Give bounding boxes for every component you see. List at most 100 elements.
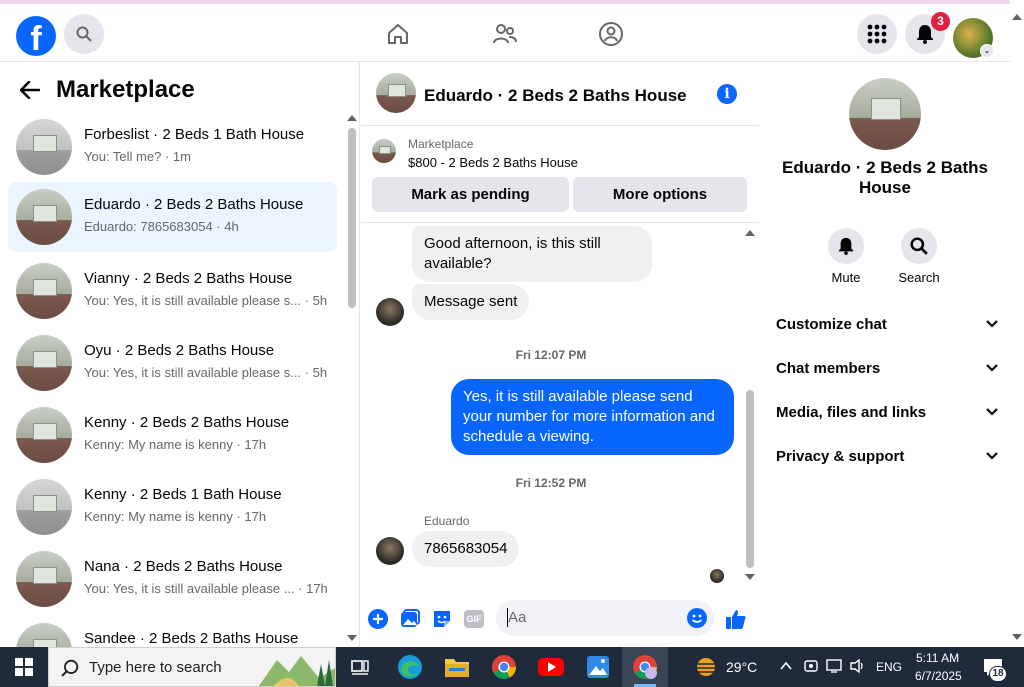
scroll-down-arrow[interactable] — [745, 574, 755, 580]
active-chrome-profile-app[interactable] — [622, 647, 668, 687]
page-title: Marketplace — [56, 76, 195, 103]
gif-icon: GIF — [464, 610, 484, 628]
network-icon[interactable] — [826, 658, 844, 674]
conversation-name: Kenny · 2 Beds 2 Baths House — [84, 414, 290, 431]
back-arrow-icon[interactable] — [20, 81, 40, 99]
taskbar-search-box[interactable]: Type here to search — [48, 647, 336, 687]
clock-time[interactable]: 5:11 AM — [916, 651, 959, 665]
conversation-snippet: Kenny: My name is kenny · 17h — [84, 509, 267, 524]
chat-title[interactable]: Eduardo · 2 Beds 2 Baths House — [424, 86, 687, 106]
groups-nav-button[interactable] — [597, 20, 625, 48]
chat-details-title: Eduardo · 2 Beds 2 Baths House — [782, 158, 988, 197]
listing-thumbnail — [16, 407, 72, 463]
plus-circle-icon — [368, 609, 388, 629]
mute-label: Mute — [831, 270, 861, 285]
conversation-item[interactable]: Kenny · 2 Beds 2 Baths House Kenny: My n… — [8, 400, 337, 470]
marketplace-label: Marketplace — [408, 137, 474, 151]
scroll-up-arrow[interactable] — [745, 230, 755, 236]
conversation-item[interactable]: Kenny · 2 Beds 1 Bath House Kenny: My na… — [8, 472, 337, 542]
mute-button[interactable]: Mute — [816, 228, 876, 285]
scroll-up-arrow[interactable] — [347, 115, 357, 121]
conversation-name: Eduardo · 2 Beds 2 Baths House — [84, 196, 304, 213]
search-button[interactable] — [64, 14, 104, 54]
chrome-app[interactable] — [488, 651, 520, 683]
conversation-item[interactable]: Oyu · 2 Beds 2 Baths House You: Yes, it … — [8, 328, 337, 398]
scroll-up-arrow[interactable] — [1012, 14, 1022, 20]
facebook-logo[interactable]: f — [16, 16, 56, 58]
gif-button[interactable]: GIF — [463, 608, 485, 630]
chevron-down-icon — [986, 364, 998, 372]
photo-button[interactable] — [399, 608, 421, 630]
incoming-message: Message sent — [412, 284, 530, 320]
conversation-name: Sandee · 2 Beds 2 Baths House — [84, 630, 299, 647]
scroll-down-arrow[interactable] — [1012, 634, 1022, 640]
sticker-button[interactable] — [431, 608, 453, 630]
row-label: Privacy & support — [776, 448, 905, 465]
search-in-conversation-button[interactable]: Search — [889, 228, 949, 285]
meet-now-icon[interactable] — [803, 658, 819, 674]
landscape-search-highlight-icon — [259, 656, 335, 686]
chevron-up-icon[interactable] — [780, 661, 792, 671]
customize-chat-row[interactable]: Customize chat — [776, 316, 998, 336]
row-label: Chat members — [776, 360, 881, 377]
info-icon[interactable]: i — [717, 84, 737, 104]
like-button[interactable] — [725, 608, 747, 630]
chat-members-row[interactable]: Chat members — [776, 360, 998, 380]
conversation-item-active[interactable]: Eduardo · 2 Beds 2 Baths House Eduardo: … — [8, 182, 337, 252]
listing-thumbnail[interactable] — [376, 73, 416, 113]
conversation-item[interactable]: Vianny · 2 Beds 2 Baths House You: Yes, … — [8, 256, 337, 326]
mark-as-pending-button[interactable]: Mark as pending — [372, 177, 569, 212]
conversation-name: Oyu · 2 Beds 2 Baths House — [84, 342, 275, 359]
chrome-icon — [492, 655, 516, 680]
file-explorer-app[interactable] — [441, 651, 473, 683]
home-nav-button[interactable] — [384, 20, 412, 48]
listing-price[interactable]: $800 - 2 Beds 2 Baths House — [408, 155, 578, 170]
clock-date[interactable]: 6/7/2025 — [915, 669, 962, 683]
chrome-icon — [633, 655, 657, 680]
message-input[interactable]: Aa — [496, 600, 714, 636]
friends-nav-button[interactable] — [491, 20, 519, 48]
input-language[interactable]: ENG — [876, 660, 902, 674]
conversation-item[interactable]: Sandee · 2 Beds 2 Baths House — [8, 616, 337, 647]
volume-icon[interactable] — [849, 658, 867, 674]
top-navigation-bar: f 3 ⌄ — [0, 0, 1024, 62]
sticker-icon — [434, 611, 450, 627]
message-timestamp: Fri 12:07 PM — [515, 348, 587, 362]
conversation-name: Forbeslist · 2 Beds 1 Bath House — [84, 126, 305, 143]
taskbar-search-placeholder: Type here to search — [89, 659, 222, 676]
conversation-list-scrollbar[interactable] — [348, 128, 356, 308]
marketplace-listing-card: Marketplace $800 - 2 Beds 2 Baths House … — [361, 126, 759, 223]
chat-details-panel: Eduardo · 2 Beds 2 Baths House Mute Sear… — [760, 62, 1014, 647]
youtube-app[interactable] — [535, 651, 567, 683]
scroll-down-arrow[interactable] — [347, 635, 357, 641]
add-attachment-button[interactable] — [367, 608, 389, 630]
menu-button[interactable] — [857, 14, 897, 54]
emoji-icon[interactable] — [687, 608, 707, 628]
conversation-item[interactable]: Forbeslist · 2 Beds 1 Bath House You: Te… — [8, 112, 337, 182]
privacy-support-row[interactable]: Privacy & support — [776, 448, 998, 468]
edge-app[interactable] — [394, 651, 426, 683]
weather-icon[interactable] — [693, 656, 719, 678]
message-thread-scrollbar[interactable] — [746, 390, 754, 568]
message-timestamp: Fri 12:52 PM — [515, 476, 587, 490]
start-button[interactable] — [0, 647, 48, 687]
sender-avatar[interactable] — [376, 298, 404, 326]
listing-thumbnail — [16, 189, 72, 245]
sender-avatar[interactable] — [376, 537, 404, 565]
weather-temperature[interactable]: 29°C — [726, 659, 757, 675]
conversation-item[interactable]: Nana · 2 Beds 2 Baths House You: Yes, it… — [8, 544, 337, 614]
chevron-down-icon — [986, 320, 998, 328]
media-files-links-row[interactable]: Media, files and links — [776, 404, 998, 424]
thumbs-up-icon — [726, 610, 746, 629]
windows-taskbar: Type here to search 29°C ENG 5:11 AM 6/7… — [0, 647, 1024, 687]
conversation-snippet: Kenny: My name is kenny · 17h — [84, 437, 267, 452]
page-scrollbar[interactable] — [1010, 0, 1024, 647]
chevron-down-icon[interactable]: ⌄ — [980, 44, 994, 58]
more-options-button[interactable]: More options — [573, 177, 747, 212]
photos-app[interactable] — [582, 651, 614, 683]
conversation-snippet: You: Yes, it is still available please .… — [84, 581, 328, 596]
listing-thumbnail — [16, 551, 72, 607]
task-view-button[interactable] — [344, 651, 376, 683]
read-receipt-avatar — [710, 569, 724, 583]
message-input-placeholder: Aa — [508, 609, 527, 626]
